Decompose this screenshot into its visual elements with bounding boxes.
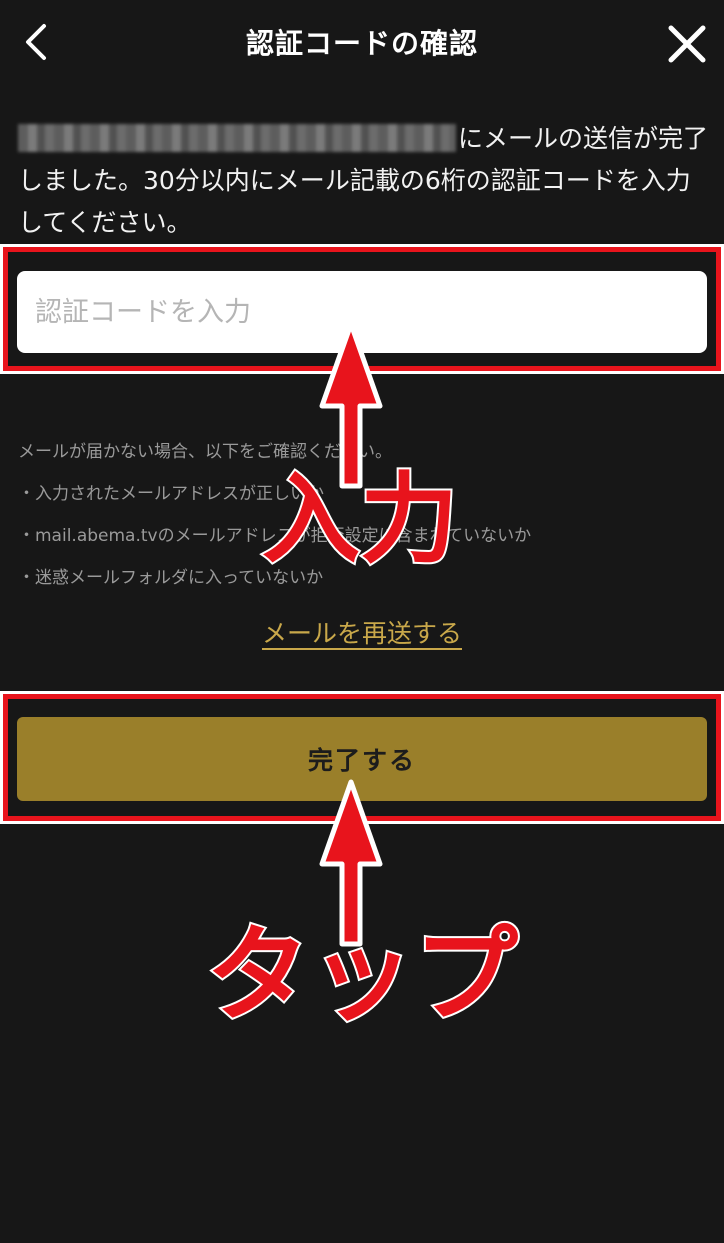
redacted-email <box>18 124 456 152</box>
close-icon <box>668 25 706 63</box>
close-button[interactable] <box>662 19 712 69</box>
sent-message: にメールの送信が完了しました。30分以内にメール記載の6桁の認証コードを入力して… <box>18 118 708 244</box>
app-header: 認証コードの確認 <box>0 0 724 86</box>
annotation-label-tap: タップ <box>204 912 520 1038</box>
resend-email-link[interactable]: メールを再送する <box>0 614 724 650</box>
annotation-label-input: 入力 <box>260 461 460 579</box>
page-title: 認証コードの確認 <box>245 27 478 60</box>
